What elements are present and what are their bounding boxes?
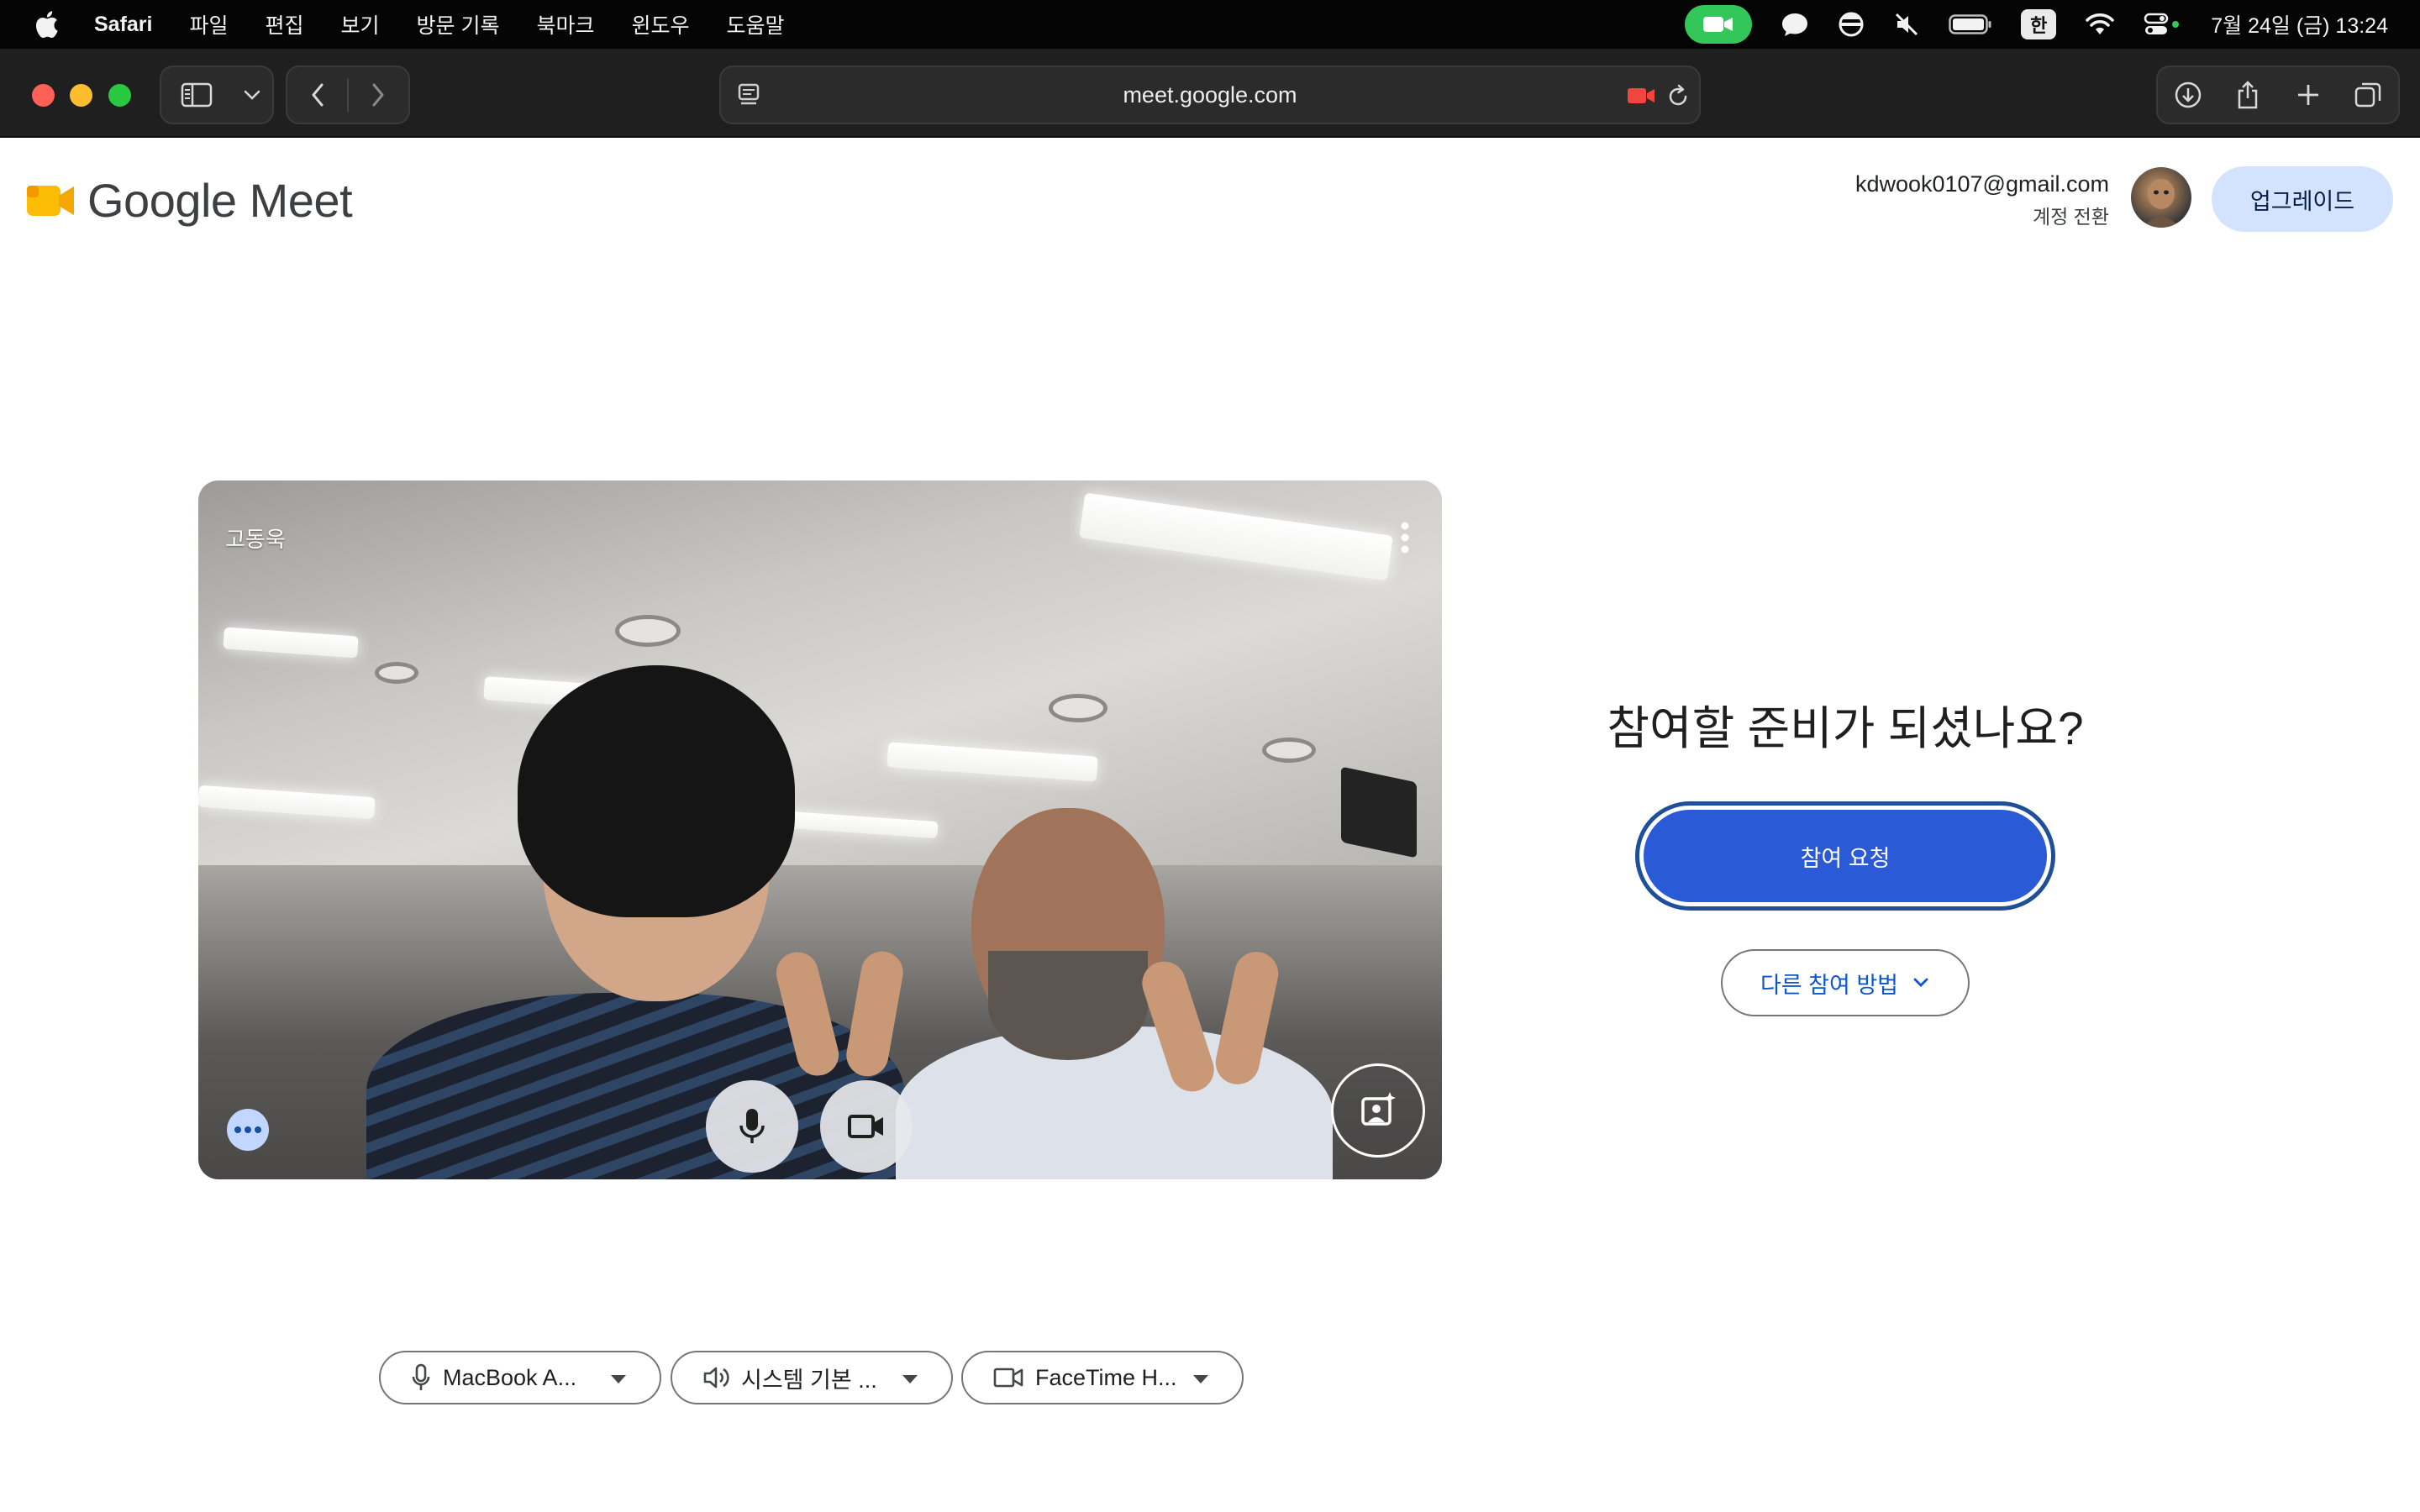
forward-icon (372, 83, 384, 107)
caret-down-icon (902, 1375, 918, 1383)
person-right-beard (988, 951, 1148, 1060)
input-method-indicator[interactable]: 한 (2021, 9, 2057, 39)
self-video-preview: 고동욱 (198, 480, 1442, 1179)
meet-page: Google Meet kdwook0107@gmail.com 계정 전환 업… (0, 138, 2420, 1512)
account-email: kdwook0107@gmail.com (1854, 171, 2109, 197)
speaker-select-value: 시스템 기본 ... (741, 1367, 877, 1393)
tabs-overview-icon (2355, 82, 2381, 108)
ceiling-downlight (1262, 738, 1316, 763)
macos-menubar: Safari 파일 편집 보기 방문 기록 북마크 윈도우 도움말 한 7월 2… (0, 0, 2420, 49)
menu-edit[interactable]: 편집 (266, 9, 304, 39)
ceiling-downlight (375, 662, 418, 684)
camera-select-value: FaceTime H... (1035, 1364, 1177, 1390)
recording-camera-icon[interactable] (1627, 86, 1655, 110)
wifi-icon[interactable] (2085, 13, 2115, 36)
forward-button[interactable] (349, 67, 408, 123)
meet-logo-icon (27, 185, 74, 216)
sidebar-icon (181, 82, 213, 108)
speaker-select[interactable]: 시스템 기본 ... (671, 1351, 953, 1404)
microphone-toggle-button[interactable] (706, 1080, 798, 1173)
toolbar-actions-group (2156, 66, 2400, 124)
volume-muted-icon[interactable] (1893, 11, 1920, 38)
back-button[interactable] (287, 67, 347, 123)
menu-help[interactable]: 도움말 (727, 9, 785, 39)
menu-bookmarks[interactable]: 북마크 (536, 9, 594, 39)
download-icon (2175, 81, 2201, 108)
microphone-icon (739, 1109, 765, 1143)
ready-to-join-heading: 참여할 준비가 되셨나요? (1607, 702, 2084, 754)
camera-in-use-icon[interactable] (1685, 5, 1753, 44)
messages-icon[interactable] (1781, 11, 1809, 38)
chevron-down-icon (244, 90, 260, 100)
microphone-select-value: MacBook A... (443, 1364, 577, 1390)
other-ways-to-join-button[interactable]: 다른 참여 방법 (1721, 949, 1970, 1016)
control-center-icon[interactable] (2144, 12, 2181, 37)
brand-name: Google Meet (87, 174, 353, 227)
chevron-down-icon (1912, 977, 1930, 989)
menu-app-safari[interactable]: Safari (94, 13, 152, 37)
effects-icon (1361, 1092, 1396, 1126)
focus-mode-icon[interactable] (1838, 11, 1865, 38)
safari-toolbar: meet.google.com (0, 49, 2420, 138)
battery-icon[interactable] (1949, 13, 1992, 35)
request-to-join-button[interactable]: 참여 요청 (1644, 810, 2047, 902)
sidebar-toggle-group (160, 66, 274, 124)
avatar[interactable] (2131, 167, 2191, 228)
caret-down-icon (611, 1375, 626, 1383)
menubar-clock[interactable]: 7월 24일 (금) 13:24 (2211, 9, 2388, 39)
back-icon (312, 83, 323, 107)
video-camera-icon (993, 1368, 1023, 1388)
address-url[interactable]: meet.google.com (721, 67, 1699, 123)
microphone-select[interactable]: MacBook A... (379, 1351, 661, 1404)
menu-file[interactable]: 파일 (189, 9, 228, 39)
visual-effects-button[interactable] (1331, 1063, 1425, 1158)
wall-speaker (1341, 766, 1417, 858)
reload-icon[interactable] (1665, 84, 1691, 113)
navigation-group (286, 66, 410, 124)
caret-down-icon (1193, 1375, 1208, 1383)
peace-sign-hand (843, 948, 907, 1080)
window-close-button[interactable] (32, 84, 55, 107)
new-tab-icon (2297, 85, 2318, 105)
window-minimize-button[interactable] (70, 84, 92, 107)
google-meet-logo[interactable]: Google Meet (27, 173, 353, 228)
apple-menu-icon[interactable] (34, 10, 59, 39)
menu-history[interactable]: 방문 기록 (417, 9, 500, 39)
upgrade-button[interactable]: 업그레이드 (2212, 166, 2393, 232)
preview-options-button[interactable] (227, 1109, 269, 1151)
address-bar[interactable]: meet.google.com (719, 66, 1701, 124)
camera-toggle-button[interactable] (820, 1080, 913, 1173)
switch-account-link[interactable]: 계정 전환 (1855, 201, 2109, 229)
tab-group-menu-button[interactable] (232, 67, 272, 123)
microphone-icon (412, 1363, 430, 1390)
downloads-button[interactable] (2158, 67, 2218, 123)
ellipsis-icon (234, 1126, 261, 1133)
self-name-label: 고동욱 (225, 527, 286, 552)
speaker-icon (703, 1367, 729, 1389)
more-options-icon[interactable] (1397, 519, 1413, 556)
video-camera-icon (848, 1115, 883, 1138)
ceiling-downlight (1049, 694, 1107, 722)
menu-window[interactable]: 윈도우 (632, 9, 690, 39)
tab-overview-button[interactable] (2338, 67, 2399, 123)
menu-view[interactable]: 보기 (341, 9, 380, 39)
sidebar-toggle-button[interactable] (161, 67, 232, 123)
person-left-hair (518, 665, 795, 917)
new-tab-button[interactable] (2278, 67, 2338, 123)
camera-select[interactable]: FaceTime H... (961, 1351, 1244, 1404)
window-zoom-button[interactable] (108, 84, 131, 107)
other-ways-label: 다른 참여 방법 (1760, 972, 1899, 998)
share-icon (2238, 81, 2258, 109)
ceiling-downlight (615, 615, 681, 647)
share-button[interactable] (2218, 67, 2279, 123)
account-info: kdwook0107@gmail.com 계정 전환 (1855, 171, 2109, 229)
